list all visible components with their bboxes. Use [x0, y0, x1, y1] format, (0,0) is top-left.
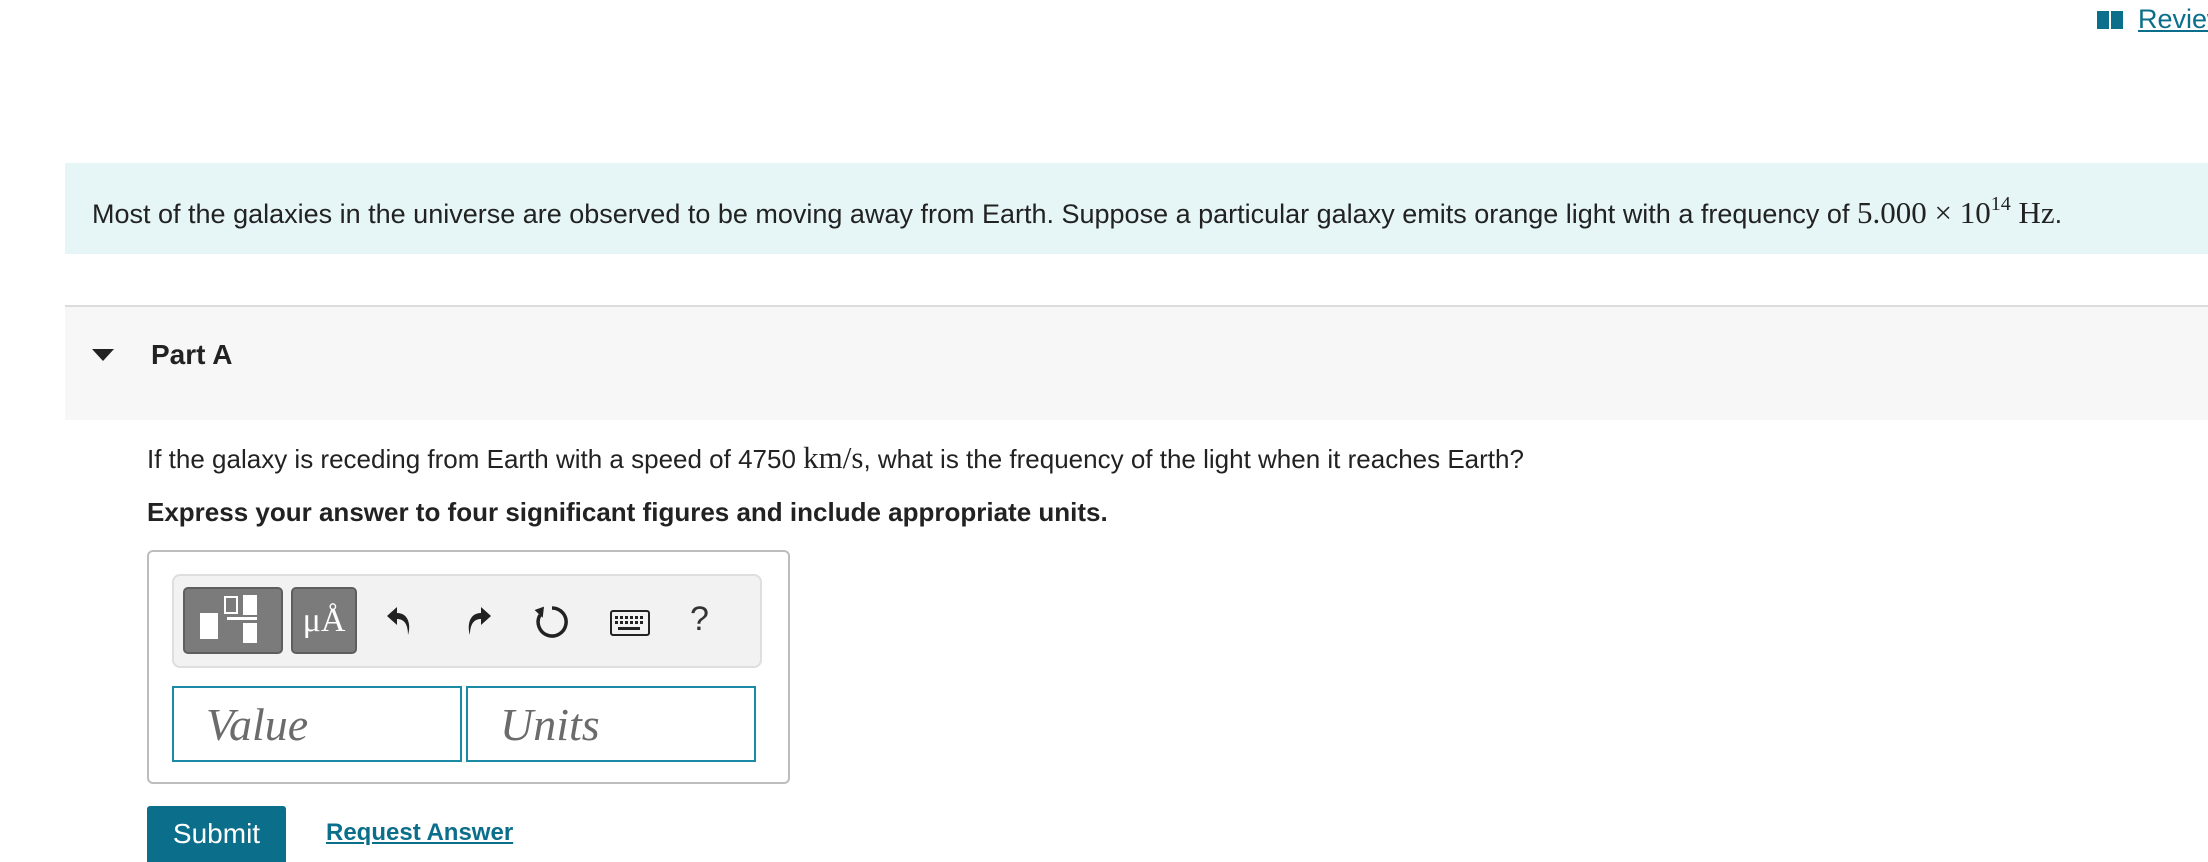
- times-sign: ×: [1934, 195, 1952, 230]
- book-icon: [2097, 10, 2123, 29]
- review-label: Review: [2138, 4, 2208, 34]
- units-field[interactable]: [466, 686, 756, 762]
- question-text: If the galaxy is receding from Earth wit…: [147, 440, 1524, 476]
- intro-period: .: [2054, 199, 2063, 229]
- templates-icon: [200, 595, 257, 643]
- intro-text: Most of the galaxies in the universe are…: [92, 193, 2062, 231]
- templates-button[interactable]: [183, 587, 283, 654]
- freq-unit: Hz: [2018, 195, 2055, 230]
- part-title: Part A: [151, 339, 233, 370]
- answer-instruction: Express your answer to four significant …: [147, 497, 1108, 527]
- intro-sentence: Most of the galaxies in the universe are…: [92, 199, 1850, 229]
- freq-mantissa: 5.000: [1856, 195, 1927, 230]
- request-answer-link[interactable]: Request Answer: [326, 819, 513, 847]
- freq-exponent: 14: [1990, 193, 2011, 215]
- redo-icon[interactable]: [462, 604, 494, 640]
- undo-icon[interactable]: [384, 604, 416, 640]
- units-input[interactable]: [468, 688, 754, 760]
- problem-intro: Most of the galaxies in the universe are…: [65, 163, 2208, 254]
- reset-icon[interactable]: [532, 602, 572, 642]
- question-prefix: If the galaxy is receding from Earth wit…: [147, 444, 796, 474]
- frequency-expression: 5.000 × 1014 Hz: [1856, 193, 2055, 230]
- submit-button[interactable]: Submit: [147, 806, 286, 862]
- value-field[interactable]: [172, 686, 462, 762]
- symbols-icon: μÅ: [302, 601, 346, 639]
- value-input[interactable]: [174, 688, 460, 760]
- part-a-header[interactable]: Part A: [65, 307, 2208, 420]
- caret-down-icon[interactable]: [92, 349, 114, 361]
- math-toolbar: μÅ ?: [172, 574, 762, 668]
- keyboard-icon[interactable]: [610, 610, 650, 636]
- question-suffix: , what is the frequency of the light whe…: [863, 444, 1524, 474]
- speed-unit: km/s: [803, 440, 864, 475]
- review-link[interactable]: Review: [2096, 4, 2208, 35]
- help-icon[interactable]: ?: [690, 600, 709, 639]
- symbols-button[interactable]: μÅ: [291, 587, 357, 654]
- freq-base: 10: [1959, 195, 1991, 230]
- answer-box: μÅ ?: [147, 550, 790, 784]
